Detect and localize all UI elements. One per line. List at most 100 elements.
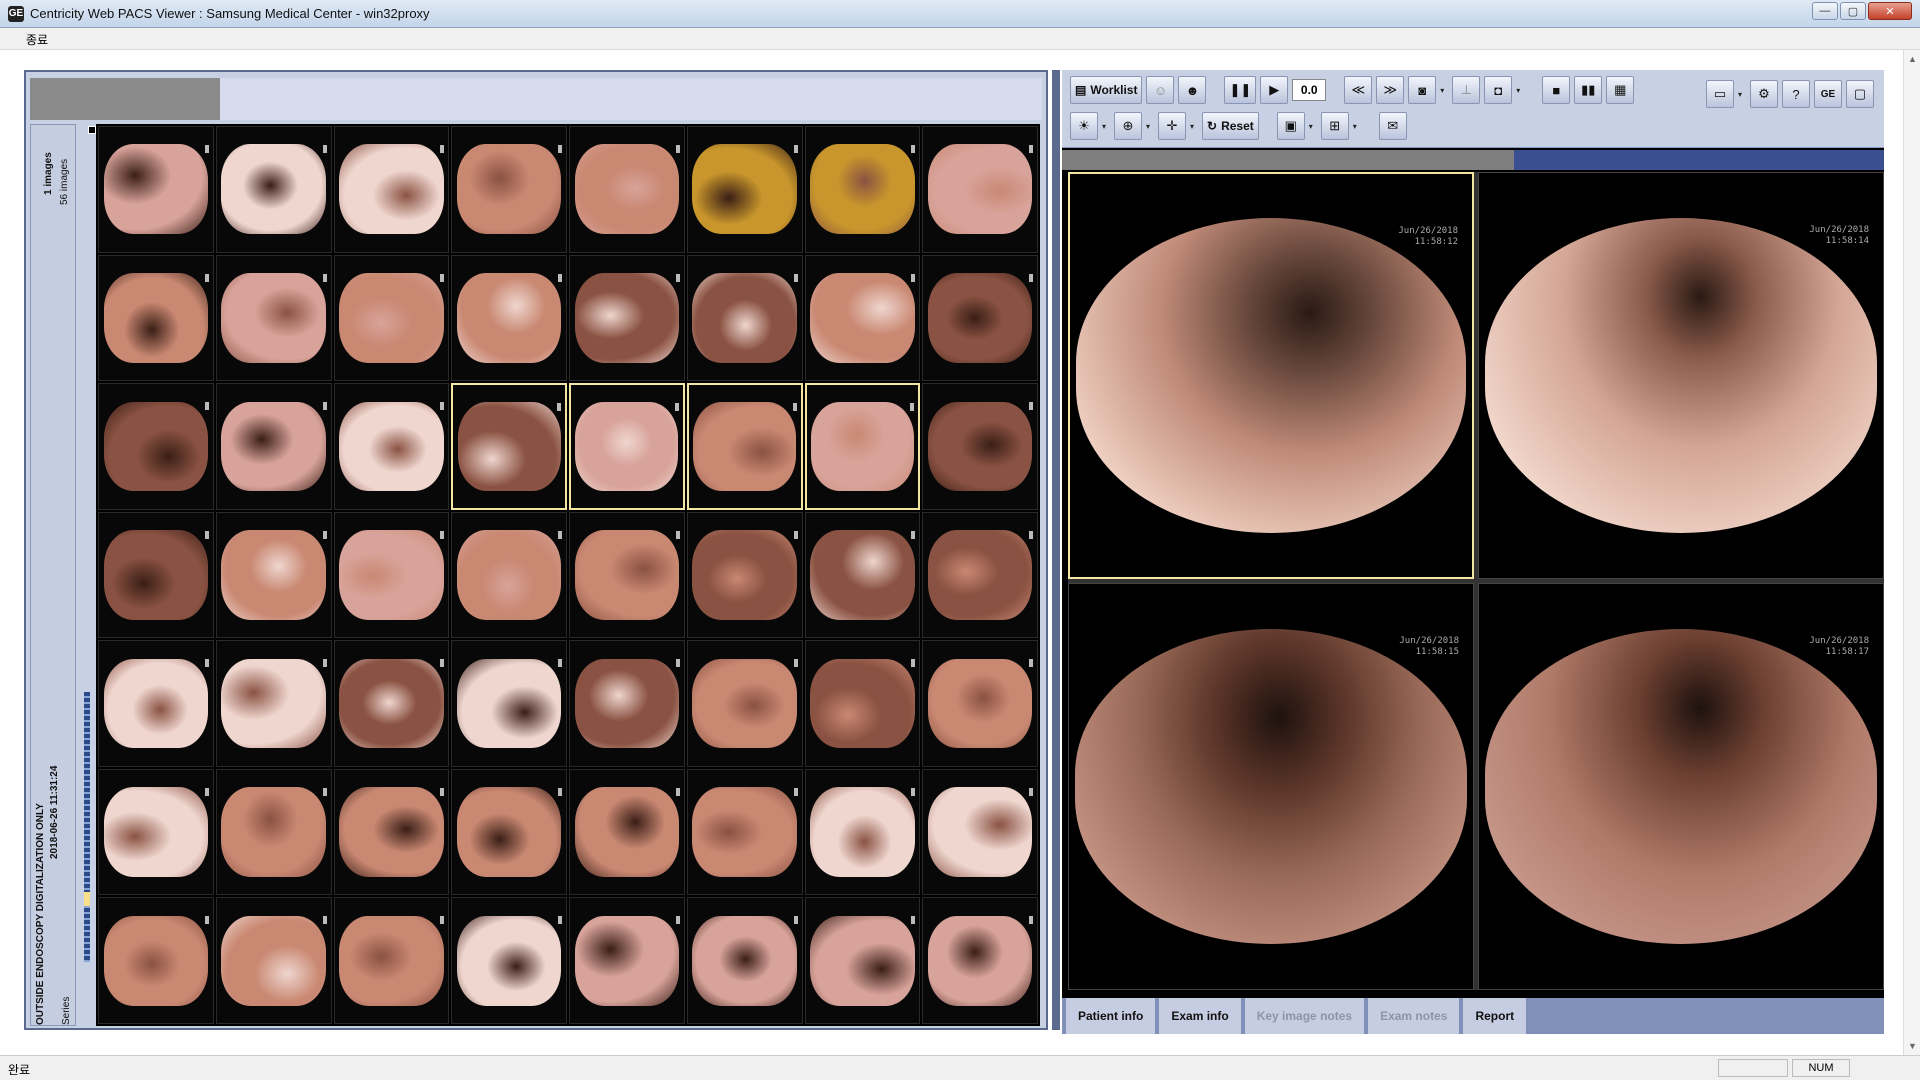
thumbnail-cell[interactable] xyxy=(686,897,803,1024)
maximize-button[interactable]: ▢ xyxy=(1840,2,1866,20)
thumbnail-cell[interactable] xyxy=(686,126,803,253)
thumbnail-cell[interactable] xyxy=(333,126,450,253)
series-scrollbar[interactable] xyxy=(84,692,90,962)
thumbnail-cell[interactable] xyxy=(569,768,685,896)
thumbnail-cell[interactable] xyxy=(922,254,1038,382)
thumbnail-cell[interactable] xyxy=(686,511,803,639)
thumbnail-cell[interactable] xyxy=(215,254,332,382)
thumbnail-layout-dropdown[interactable]: ▾ xyxy=(1353,122,1361,131)
worklist-button[interactable]: ▤ Worklist xyxy=(1070,76,1143,104)
thumbnail-cell[interactable] xyxy=(686,383,803,510)
window-level-dropdown[interactable]: ▾ xyxy=(1102,122,1110,131)
pan-button[interactable]: ✛ xyxy=(1158,112,1186,140)
thumbnail-cell[interactable] xyxy=(98,383,214,510)
layout-2x2-button[interactable]: ▦ xyxy=(1606,76,1635,104)
thumbnail-cell[interactable] xyxy=(804,254,921,382)
scroll-up-icon[interactable]: ▲ xyxy=(1908,54,1917,64)
window-level-button[interactable]: ☀ xyxy=(1070,112,1098,140)
vertical-scrollbar[interactable]: ▲ ▼ xyxy=(1903,50,1920,1055)
thumbnail-cell[interactable] xyxy=(569,126,685,253)
zoom-dropdown[interactable]: ▾ xyxy=(1146,122,1154,131)
pause-button[interactable]: ❚❚ xyxy=(1224,76,1257,104)
thumbnail-cell[interactable] xyxy=(569,897,685,1024)
thumbnail-cell[interactable] xyxy=(569,640,685,767)
scroll-down-icon[interactable]: ▼ xyxy=(1908,1041,1917,1051)
thumbnail-cell[interactable] xyxy=(686,768,803,896)
compare-patient-button[interactable]: ☻ xyxy=(1178,76,1207,104)
thumbnail-layout-button[interactable]: ⊞ xyxy=(1320,112,1349,140)
thumbnail-cell[interactable] xyxy=(451,383,567,510)
settings-button[interactable]: ⚙ xyxy=(1750,80,1778,108)
thumbnail-cell[interactable] xyxy=(98,126,214,253)
tab-exam-info[interactable]: Exam info xyxy=(1159,998,1241,1034)
thumbnail-cell[interactable] xyxy=(569,383,685,510)
thumbnail-cell[interactable] xyxy=(922,511,1038,639)
thumbnail-cell[interactable] xyxy=(333,254,450,382)
fit-button[interactable]: ▣ xyxy=(1276,112,1305,140)
thumbnail-cell[interactable] xyxy=(98,511,214,639)
thumbnail-cell[interactable] xyxy=(804,383,921,510)
minimize-button[interactable]: — xyxy=(1812,2,1838,20)
thumbnail-cell[interactable] xyxy=(804,640,921,767)
series-tab[interactable] xyxy=(30,78,220,120)
thumbnail-cell[interactable] xyxy=(215,768,332,896)
thumbnail-cell[interactable] xyxy=(215,126,332,253)
thumbnail-cell[interactable] xyxy=(451,511,567,639)
cine-progress-bar[interactable] xyxy=(1062,150,1884,170)
thumbnail-cell[interactable] xyxy=(922,126,1038,253)
thumbnail-cell[interactable] xyxy=(451,768,567,896)
tab-report[interactable]: Report xyxy=(1463,998,1527,1034)
thumbnail-cell[interactable] xyxy=(215,897,332,1024)
thumbnail-cell[interactable] xyxy=(98,640,214,767)
display-options-button[interactable]: ▭ xyxy=(1706,80,1734,108)
menu-item-exit[interactable]: 종료 xyxy=(26,31,48,48)
thumbnail-cell[interactable] xyxy=(215,640,332,767)
thumbnail-cell[interactable] xyxy=(98,254,214,382)
stack-mode-dropdown[interactable]: ▾ xyxy=(1440,86,1448,95)
probe-tool-button[interactable]: ⊥ xyxy=(1452,76,1481,104)
thumbnail-cell[interactable] xyxy=(569,511,685,639)
panel-splitter[interactable] xyxy=(1052,70,1060,1030)
thumbnail-cell[interactable] xyxy=(922,383,1038,510)
thumbnail-cell[interactable] xyxy=(922,640,1038,767)
thumbnail-cell[interactable] xyxy=(333,897,450,1024)
tab-patient-info[interactable]: Patient info xyxy=(1066,998,1156,1034)
thumbnail-cell[interactable] xyxy=(686,640,803,767)
viewport-3[interactable]: Jun/26/2018 11:58:15 xyxy=(1068,583,1474,990)
thumbnail-cell[interactable] xyxy=(804,768,921,896)
thumbnail-cell[interactable] xyxy=(333,383,450,510)
viewport-2[interactable]: Jun/26/2018 11:58:14 xyxy=(1478,172,1884,579)
thumbnail-cell[interactable] xyxy=(98,897,214,1024)
help-button[interactable]: ? xyxy=(1782,80,1810,108)
cine-speed-field[interactable]: 0.0 xyxy=(1292,79,1327,101)
stack-mode-button[interactable]: ◙ xyxy=(1408,76,1437,104)
series-scroll-handle[interactable] xyxy=(84,892,90,906)
thumbnail-cell[interactable] xyxy=(569,254,685,382)
thumbnail-cell[interactable] xyxy=(98,768,214,896)
reset-button[interactable]: ↻ Reset xyxy=(1202,112,1259,140)
thumbnail-cell[interactable] xyxy=(451,640,567,767)
thumbnail-cell[interactable] xyxy=(804,511,921,639)
previous-button[interactable]: ≪ xyxy=(1344,76,1373,104)
layout-1x1-button[interactable]: ■ xyxy=(1542,76,1571,104)
thumbnail-cell[interactable] xyxy=(922,897,1038,1024)
thumbnail-cell[interactable] xyxy=(686,254,803,382)
thumbnail-cell[interactable] xyxy=(922,768,1038,896)
thumbnail-cell[interactable] xyxy=(215,511,332,639)
thumbnail-cell[interactable] xyxy=(333,768,450,896)
fullscreen-button[interactable]: ▢ xyxy=(1846,80,1874,108)
display-options-dropdown[interactable]: ▾ xyxy=(1738,80,1746,108)
thumbnail-cell[interactable] xyxy=(333,511,450,639)
thumbnail-cell[interactable] xyxy=(804,897,921,1024)
email-button[interactable]: ✉ xyxy=(1378,112,1407,140)
patient-tool-button[interactable]: ☺ xyxy=(1146,76,1175,104)
thumbnail-cell[interactable] xyxy=(451,126,567,253)
viewport-1[interactable]: Jun/26/2018 11:58:12 xyxy=(1068,172,1474,579)
play-button[interactable]: ▶ xyxy=(1260,76,1289,104)
pan-dropdown[interactable]: ▾ xyxy=(1190,122,1198,131)
zoom-button[interactable]: ⊕ xyxy=(1114,112,1142,140)
thumbnail-cell[interactable] xyxy=(451,897,567,1024)
next-button[interactable]: ≫ xyxy=(1376,76,1405,104)
fit-dropdown[interactable]: ▾ xyxy=(1309,122,1317,131)
thumbnail-cell[interactable] xyxy=(804,126,921,253)
